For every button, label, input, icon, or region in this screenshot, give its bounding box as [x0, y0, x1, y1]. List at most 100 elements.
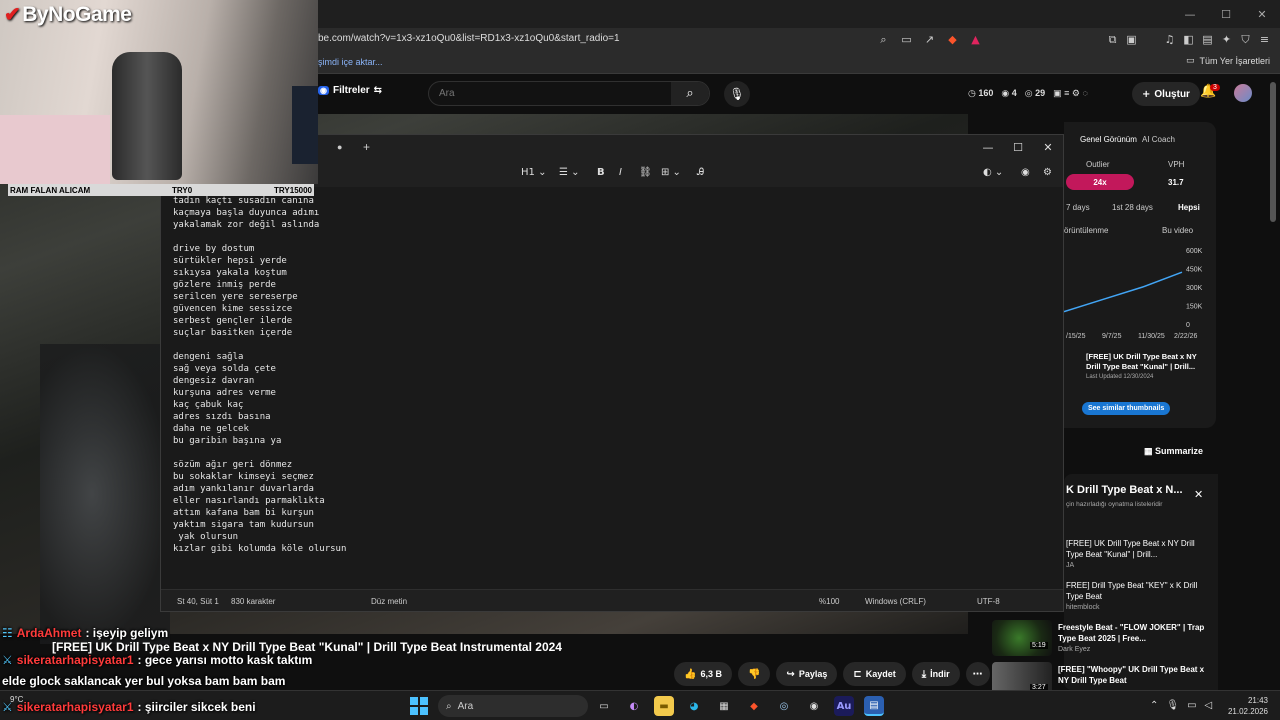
close-button[interactable]: ✕ — [1244, 0, 1280, 28]
bold-icon[interactable]: B — [597, 167, 605, 178]
summarize-icon: ▦ — [1144, 446, 1156, 456]
microphone-icon[interactable]: 🎙 — [724, 81, 750, 107]
windows-start-icon[interactable] — [410, 697, 428, 715]
ai-icon[interactable]: ✦ — [1219, 32, 1234, 47]
zoom-level[interactable]: %100 — [819, 597, 839, 606]
playlist-item[interactable]: [FREE] UK Drill Type Beat x NY Drill Typ… — [1066, 538, 1206, 571]
format-label[interactable]: Düz metin — [371, 597, 407, 606]
close-icon[interactable]: ✕ — [1194, 488, 1203, 501]
search-icon[interactable]: ⌕ — [671, 82, 709, 105]
music-icon[interactable]: ♫ — [1162, 32, 1177, 47]
save-label: Kaydet — [865, 669, 896, 679]
import-bookmarks-link[interactable]: şimdi içe aktar... — [318, 57, 383, 67]
extension-stats[interactable]: ◷ 160 ◉ 4 ◎ 29 ▣ ≡ ⚙ ◌ — [968, 88, 1088, 99]
period-7days[interactable]: 7 days — [1066, 203, 1090, 212]
playlist-title: K Drill Type Beat x N... — [1066, 484, 1183, 496]
clock-time: 21:43 — [1247, 696, 1268, 705]
wallet-icon[interactable]: ▤ — [1200, 32, 1215, 47]
steam-icon[interactable]: ◎ — [774, 696, 794, 716]
brave-icon[interactable]: ◆ — [744, 696, 764, 716]
notepad-icon[interactable]: ▤ — [864, 696, 884, 716]
download-button[interactable]: ⤓ İndir — [911, 662, 960, 686]
notepad-maximize-button[interactable]: ☐ — [1003, 135, 1033, 159]
notepad-minimize-button[interactable]: — — [973, 135, 1003, 159]
link-icon[interactable]: ⛓ — [639, 167, 652, 178]
all-bookmarks-label: Tüm Yer İşaretleri — [1199, 56, 1270, 66]
url-text[interactable]: be.com/watch?v=1x3-xz1oQu0&list=RD1x3-xz… — [318, 33, 620, 44]
italic-icon[interactable]: I — [619, 167, 622, 178]
page-scrollbar[interactable] — [1270, 82, 1276, 222]
tray-overflow-icon[interactable]: ⌃ — [1150, 700, 1158, 711]
taskbar-search[interactable]: ⌕ Ara — [438, 695, 588, 717]
goal-target: TRY15000 — [274, 185, 312, 195]
maximize-button[interactable]: ☐ — [1208, 0, 1244, 28]
search-box: ⌕ — [428, 81, 710, 106]
recommendation-thumbnail — [992, 620, 1052, 656]
notepad-close-button[interactable]: ✕ — [1033, 135, 1063, 159]
volume-icon[interactable]: ◁ — [1205, 700, 1213, 711]
clock[interactable]: 21:43 21.02.2026 — [1224, 695, 1268, 717]
new-tab-button[interactable]: + — [363, 140, 370, 154]
see-similar-thumbnails-button[interactable]: See similar thumbnails — [1082, 402, 1171, 415]
minimize-button[interactable]: — — [1172, 0, 1208, 28]
network-icon[interactable]: ▭ — [1187, 700, 1196, 711]
zoom-icon[interactable]: ⌕ — [876, 32, 891, 47]
encoding[interactable]: UTF-8 — [977, 597, 1000, 606]
avatar[interactable] — [1234, 84, 1252, 102]
summarize-button[interactable]: ▦ Summarize — [1144, 446, 1203, 457]
playlist-item[interactable]: FREE] Drill Type Beat "KEY" x K Drill Ty… — [1066, 580, 1206, 613]
edge-icon[interactable]: ◕ — [684, 696, 704, 716]
all-bookmarks[interactable]: ▭ Tüm Yer İşaretleri — [1186, 56, 1270, 66]
filters-label: Filtreler — [332, 85, 370, 96]
notepad-text-area[interactable]: tadın kaçtı susadın canına kaçmaya başla … — [161, 187, 1063, 589]
file-explorer-icon[interactable]: ▬ — [654, 696, 674, 716]
line-ending[interactable]: Windows (CRLF) — [865, 597, 926, 606]
taskbar-apps: ▭ ◐ ▬ ◕ ▦ ◆ ◎ ◉ Au ▤ — [594, 696, 884, 716]
suggested-video-card[interactable]: [FREE] UK Drill Type Beat x NY Drill Typ… — [1076, 352, 1206, 380]
unsaved-dot-icon: ● — [337, 142, 343, 152]
search-input[interactable] — [429, 82, 671, 105]
screenshot-icon[interactable]: ▣ — [1124, 32, 1139, 47]
create-button[interactable]: + Oluştur — [1132, 82, 1200, 106]
heading-dropdown[interactable]: H1 ⌄ — [521, 167, 546, 178]
table-icon[interactable]: ⊞ ⌄ — [661, 167, 681, 178]
tab-ai-coach[interactable]: AI Coach — [1142, 135, 1175, 144]
notepad-window[interactable]: ● + — ☐ ✕ H1 ⌄ ☰ ⌄ B I ⛓ ⊞ ⌄ Ꭿ ◐ ⌄ ◉ ⚙ t… — [160, 134, 1064, 612]
filters-button[interactable]: ◉ Filtreler ⇆ — [318, 85, 382, 96]
obs-icon[interactable]: ◉ — [804, 696, 824, 716]
mic-tray-icon[interactable]: 🎙 — [1166, 700, 1179, 711]
save-button[interactable]: ⊏ Kaydet — [843, 662, 906, 686]
menu-icon[interactable]: ≡ — [1257, 32, 1272, 47]
like-button[interactable]: 👍 6,3 B — [674, 662, 732, 686]
period-28days[interactable]: 1st 28 days — [1112, 203, 1153, 212]
store-icon[interactable]: ▦ — [714, 696, 734, 716]
recommendation-info: Freestyle Beat - "FLOW JOKER" | Trap Typ… — [1058, 622, 1210, 655]
text-line: bu sokaklar kimseyi seçmez — [173, 472, 314, 482]
brave-shield-icon[interactable]: ◆ — [945, 32, 960, 47]
text-line: kaç çabuk kaç — [173, 400, 244, 410]
task-view-icon[interactable]: ▭ — [594, 696, 614, 716]
install-icon[interactable]: ▭ — [899, 32, 914, 47]
share-icon[interactable]: ↗ — [922, 32, 937, 47]
audition-icon[interactable]: Au — [834, 696, 854, 716]
extensions-icon[interactable]: ⧉ — [1105, 32, 1120, 47]
copilot-icon[interactable]: ◐ — [624, 696, 644, 716]
sidebar-icon[interactable]: ◧ — [1181, 32, 1196, 47]
views-dropdown[interactable]: örüntülenme — [1064, 226, 1108, 235]
period-all[interactable]: Hepsi — [1178, 203, 1200, 212]
account-icon[interactable]: ◉ — [1021, 167, 1030, 178]
share-button[interactable]: ↪ Paylaş — [776, 662, 838, 686]
more-button[interactable]: ⋯ — [965, 662, 990, 686]
rewards-icon[interactable]: ▲ — [968, 32, 983, 47]
tab-overview[interactable]: Genel Görünüm — [1080, 135, 1137, 144]
tool-icons: ▣ ≡ ⚙ ◌ — [1053, 88, 1088, 98]
list-icon[interactable]: ☰ ⌄ — [559, 167, 580, 178]
vpn-icon[interactable]: ⛉ — [1238, 32, 1253, 47]
heading-label: H1 — [521, 167, 535, 178]
clear-format-icon[interactable]: Ꭿ — [697, 167, 704, 178]
copilot-icon[interactable]: ◐ ⌄ — [983, 167, 1003, 178]
text-line: dengesiz davran — [173, 376, 255, 386]
dislike-button[interactable]: 👎 — [737, 662, 771, 686]
recommendation-item[interactable]: 5:19 Freestyle Beat - "FLOW JOKER" | Tra… — [992, 620, 1212, 660]
settings-gear-icon[interactable]: ⚙ — [1043, 167, 1052, 178]
